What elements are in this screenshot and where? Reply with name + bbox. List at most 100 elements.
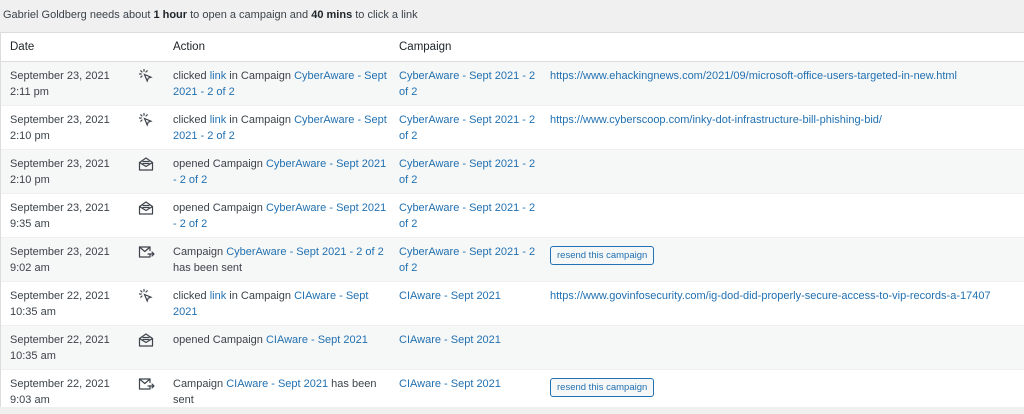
click-icon bbox=[128, 68, 164, 84]
date-cell: September 23, 2021 2:11 pm bbox=[1, 61, 128, 106]
row-date: September 23, 2021 bbox=[10, 202, 110, 214]
action-campaign-link[interactable]: CIAware - Sept 2021 bbox=[266, 334, 368, 346]
link-word-link[interactable]: link bbox=[210, 114, 227, 126]
campaign-cell: CIAware - Sept 2021 bbox=[390, 369, 541, 414]
table-header: Date Action Campaign bbox=[1, 33, 1024, 62]
open-envelope-icon bbox=[128, 332, 164, 348]
row-time: 10:35 am bbox=[10, 349, 56, 362]
date-cell: September 23, 2021 9:35 am bbox=[1, 193, 128, 238]
link-word-link[interactable]: link bbox=[210, 70, 227, 82]
column-date: Date bbox=[1, 33, 128, 62]
extra-cell bbox=[541, 149, 1024, 194]
icon-cell bbox=[128, 149, 164, 194]
campaign-cell: CyberAware - Sept 2021 - 2 of 2 bbox=[390, 193, 541, 238]
extra-cell: https://www.cyberscoop.com/inky-dot-infr… bbox=[541, 105, 1024, 150]
row-time: 10:35 am bbox=[10, 305, 56, 318]
campaign-link[interactable]: CyberAware - Sept 2021 - 2 of 2 bbox=[399, 70, 535, 98]
summary-text: Gabriel Goldberg needs about 1 hour to o… bbox=[3, 9, 418, 21]
resend-campaign-button[interactable]: resend this campaign bbox=[550, 246, 655, 265]
click-icon bbox=[128, 288, 164, 304]
table-row: September 23, 2021 2:11 pm clicked link in… bbox=[1, 61, 1024, 106]
campaign-link[interactable]: CyberAware - Sept 2021 - 2 of 2 bbox=[399, 202, 535, 230]
campaign-link[interactable]: CIAware - Sept 2021 bbox=[399, 290, 501, 302]
extra-cell: resend this campaign bbox=[541, 237, 1024, 282]
row-date: September 23, 2021 bbox=[10, 158, 110, 170]
action-cell: clicked link in Campaign CIAware - Sept … bbox=[164, 281, 390, 326]
date-cell: September 22, 2021 9:03 am bbox=[1, 369, 128, 414]
table-row: September 22, 2021 10:35 am clicked link i… bbox=[1, 281, 1024, 326]
table-row: September 22, 2021 10:35 am opened Campaig… bbox=[1, 325, 1024, 370]
action-campaign-link[interactable]: CyberAware - Sept 2021 - 2 of 2 bbox=[226, 246, 384, 258]
action-cell: opened Campaign CIAware - Sept 2021 bbox=[164, 325, 390, 370]
row-time: 9:35 am bbox=[10, 217, 50, 230]
action-cell: Campaign CyberAware - Sept 2021 - 2 of 2… bbox=[164, 237, 390, 282]
action-pre: clicked bbox=[173, 70, 210, 82]
column-extra bbox=[541, 33, 1024, 62]
action-cell: clicked link in Campaign CyberAware - Se… bbox=[164, 105, 390, 150]
icon-cell bbox=[128, 105, 164, 150]
campaign-link[interactable]: CyberAware - Sept 2021 - 2 of 2 bbox=[399, 158, 535, 186]
table-row: September 23, 2021 2:10 pm clicked link in… bbox=[1, 105, 1024, 150]
column-icon bbox=[128, 33, 164, 62]
table-row: September 23, 2021 2:10 pm opened Campaign… bbox=[1, 149, 1024, 194]
action-campaign-link[interactable]: CIAware - Sept 2021 bbox=[226, 378, 328, 390]
icon-cell bbox=[128, 193, 164, 238]
resend-campaign-button[interactable]: resend this campaign bbox=[550, 378, 655, 397]
send-envelope-icon bbox=[128, 244, 164, 260]
campaign-link[interactable]: CyberAware - Sept 2021 - 2 of 2 bbox=[399, 246, 535, 274]
action-pre: clicked bbox=[173, 114, 210, 126]
row-date: September 22, 2021 bbox=[10, 290, 110, 302]
send-envelope-icon bbox=[128, 376, 164, 392]
row-time: 2:11 pm bbox=[10, 85, 49, 98]
extra-cell: https://www.govinfosecurity.com/ig-dod-d… bbox=[541, 281, 1024, 326]
date-cell: September 23, 2021 2:10 pm bbox=[1, 105, 128, 150]
extra-cell bbox=[541, 193, 1024, 238]
date-cell: September 23, 2021 2:10 pm bbox=[1, 149, 128, 194]
action-pre: opened Campaign bbox=[173, 334, 266, 346]
campaign-cell: CyberAware - Sept 2021 - 2 of 2 bbox=[390, 61, 541, 106]
clicked-url-link[interactable]: https://www.govinfosecurity.com/ig-dod-d… bbox=[550, 290, 991, 302]
table-row: September 23, 2021 9:35 am opened Campaign… bbox=[1, 193, 1024, 238]
action-pre: clicked bbox=[173, 290, 210, 302]
summary-prefix: Gabriel Goldberg needs about bbox=[3, 9, 154, 21]
extra-cell: https://www.ehackingnews.com/2021/09/mic… bbox=[541, 61, 1024, 106]
campaign-cell: CIAware - Sept 2021 bbox=[390, 281, 541, 326]
row-date: September 22, 2021 bbox=[10, 334, 110, 346]
row-date: September 22, 2021 bbox=[10, 378, 110, 390]
link-word-link[interactable]: link bbox=[210, 290, 227, 302]
column-action: Action bbox=[164, 33, 390, 62]
campaign-cell: CyberAware - Sept 2021 - 2 of 2 bbox=[390, 149, 541, 194]
icon-cell bbox=[128, 61, 164, 106]
action-cell: opened Campaign CyberAware - Sept 2021 -… bbox=[164, 193, 390, 238]
table-row: September 22, 2021 9:03 am Campaign CIAwar… bbox=[1, 369, 1024, 414]
column-campaign: Campaign bbox=[390, 33, 541, 62]
campaign-link[interactable]: CIAware - Sept 2021 bbox=[399, 378, 501, 390]
campaign-link[interactable]: CIAware - Sept 2021 bbox=[399, 334, 501, 346]
click-time: 40 mins bbox=[311, 9, 353, 21]
campaign-cell: CIAware - Sept 2021 bbox=[390, 325, 541, 370]
action-pre: Campaign bbox=[173, 378, 227, 390]
row-time: 2:10 pm bbox=[10, 129, 50, 142]
row-time: 9:02 am bbox=[10, 261, 50, 274]
open-envelope-icon bbox=[128, 156, 164, 172]
action-cell: Campaign CIAware - Sept 2021 has been se… bbox=[164, 369, 390, 414]
campaign-link[interactable]: CyberAware - Sept 2021 - 2 of 2 bbox=[399, 114, 535, 142]
clicked-url-link[interactable]: https://www.cyberscoop.com/inky-dot-infr… bbox=[550, 114, 882, 126]
campaign-cell: CyberAware - Sept 2021 - 2 of 2 bbox=[390, 105, 541, 150]
action-pre: opened Campaign bbox=[173, 202, 266, 214]
click-icon bbox=[128, 112, 164, 128]
date-cell: September 22, 2021 10:35 am bbox=[1, 325, 128, 370]
summary-suffix: to click a link bbox=[352, 9, 418, 21]
extra-cell bbox=[541, 325, 1024, 370]
action-post: has been sent bbox=[173, 261, 243, 274]
action-mid: in Campaign bbox=[226, 70, 295, 82]
action-cell: opened Campaign CyberAware - Sept 2021 -… bbox=[164, 149, 390, 194]
action-pre: Campaign bbox=[173, 246, 227, 258]
date-cell: September 22, 2021 10:35 am bbox=[1, 281, 128, 326]
open-time: 1 hour bbox=[153, 9, 188, 21]
activity-table: Date Action Campaign September 23, 2021 2… bbox=[0, 32, 1024, 414]
action-mid: in Campaign bbox=[226, 290, 295, 302]
icon-cell bbox=[128, 281, 164, 326]
clicked-url-link[interactable]: https://www.ehackingnews.com/2021/09/mic… bbox=[550, 70, 957, 82]
date-cell: September 23, 2021 9:02 am bbox=[1, 237, 128, 282]
